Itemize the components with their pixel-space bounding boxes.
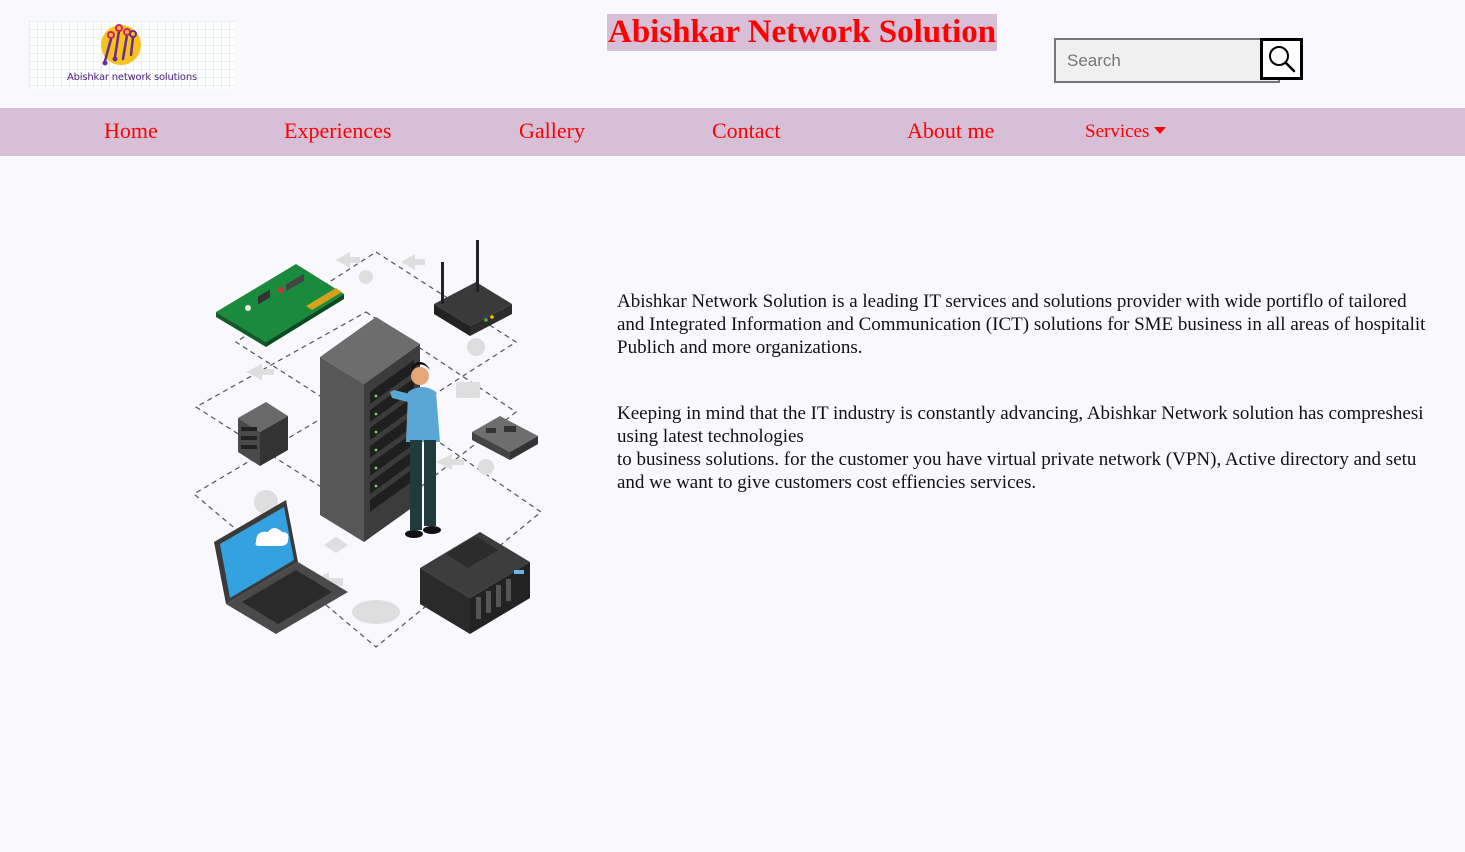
site-logo[interactable]: Abishkar network solutions (29, 21, 235, 89)
intro-line-1: Abishkar Network Solution is a leading I… (617, 291, 1407, 312)
search-icon (1268, 46, 1295, 73)
logo-mark-icon (101, 24, 141, 66)
logo-text: Abishkar network solutions (67, 72, 197, 83)
nav-services-label: Services (1085, 121, 1150, 142)
search-button[interactable] (1260, 38, 1303, 80)
nav-home[interactable]: Home (104, 108, 158, 156)
nav-gallery[interactable]: Gallery (519, 108, 585, 156)
intro-line-3: Publich and more organizations. (617, 337, 863, 358)
search-input[interactable] (1054, 38, 1280, 83)
main-navbar: Home Experiences Gallery Contact About m… (0, 108, 1465, 156)
site-title: Abishkar Network Solution (607, 14, 998, 51)
technology-line-3: to business solutions. for the customer … (617, 449, 1417, 470)
nav-services-dropdown[interactable]: Services (1085, 108, 1167, 156)
technology-line-4: and we want to give customers cost effie… (617, 472, 1037, 493)
network-illustration (192, 240, 542, 648)
nav-experiences[interactable]: Experiences (284, 108, 392, 156)
technology-paragraph: Keeping in mind that the IT industry is … (617, 402, 1465, 494)
search-bar (1054, 38, 1303, 83)
about-content: Abishkar Network Solution is a leading I… (617, 290, 1465, 537)
intro-paragraph: Abishkar Network Solution is a leading I… (617, 290, 1465, 359)
caret-down-icon (1154, 127, 1167, 134)
technology-line-1: Keeping in mind that the IT industry is … (617, 403, 1424, 424)
technology-line-2: using latest technologies (617, 426, 804, 447)
page-header: Abishkar network solutions Abishkar Netw… (0, 0, 1465, 108)
nav-about-me[interactable]: About me (907, 108, 994, 156)
intro-line-2: and Integrated Information and Communica… (617, 314, 1426, 335)
nav-contact[interactable]: Contact (712, 108, 780, 156)
